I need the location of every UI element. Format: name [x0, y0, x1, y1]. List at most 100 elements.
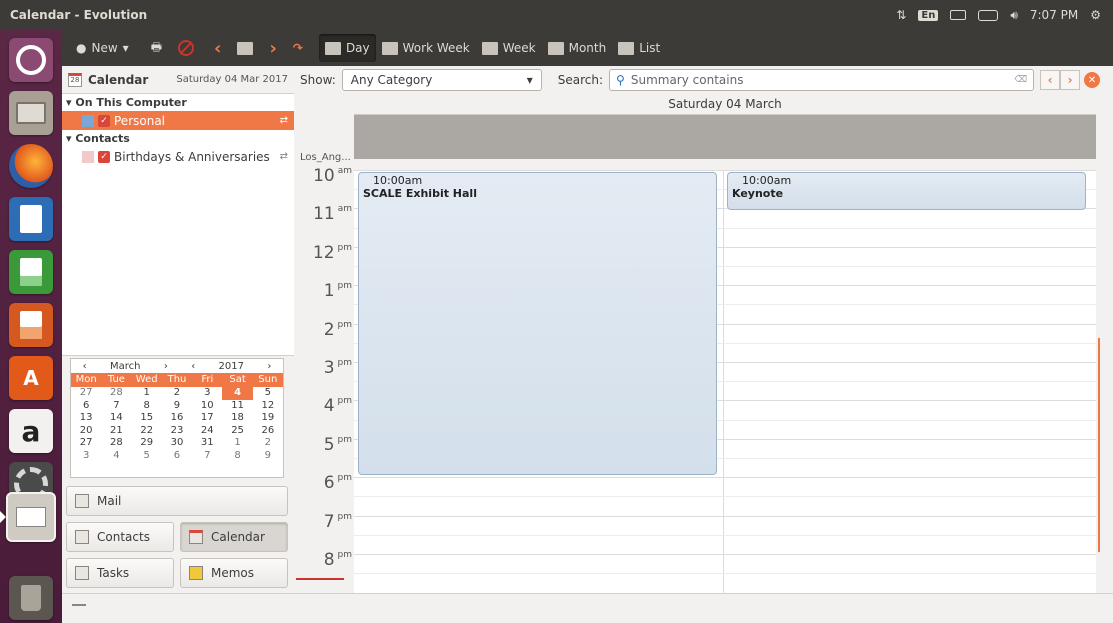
calendar-day[interactable]: 29 — [132, 437, 162, 450]
mail-indicator-icon[interactable] — [950, 10, 967, 20]
volume-icon[interactable]: 🔊︎ — [1010, 8, 1018, 23]
search-input[interactable]: ⚲ Summary contains ⌫ — [609, 69, 1035, 91]
source-item-birthdays[interactable]: ✓ Birthdays & Anniversaries ⇄ — [62, 147, 294, 166]
work-week-view-button[interactable]: Work Week — [376, 34, 476, 62]
event-card[interactable]: 10:00am SCALE Exhibit Hall — [358, 172, 717, 475]
month-view-button[interactable]: Month — [542, 34, 613, 62]
calendar-day[interactable]: 1 — [222, 437, 252, 450]
calendar-day[interactable]: 6 — [162, 450, 192, 463]
calendar-day[interactable]: 28 — [101, 437, 131, 450]
calendar-switch-button[interactable]: Calendar — [180, 522, 288, 552]
writer-icon[interactable] — [9, 197, 53, 241]
calendar-day[interactable]: 3 — [71, 450, 101, 463]
prev-month-button[interactable]: ‹ — [83, 361, 87, 372]
calendar-day[interactable]: 20 — [71, 425, 101, 438]
calendar-day[interactable]: 11 — [222, 400, 252, 413]
calendar-day[interactable]: 22 — [132, 425, 162, 438]
source-group-header[interactable]: ▾ On This Computer — [62, 94, 294, 111]
keyboard-layout-indicator[interactable]: En — [918, 9, 939, 21]
event-card[interactable]: 10:00am Keynote — [727, 172, 1086, 210]
online-status-icon[interactable] — [72, 604, 86, 612]
network-icon[interactable]: ⇅ — [896, 8, 906, 22]
calendar-day[interactable]: 9 — [253, 450, 283, 463]
scrollbar-thumb[interactable] — [1098, 338, 1100, 552]
calendar-day[interactable]: 10 — [192, 400, 222, 413]
go-to-button[interactable]: ↷ — [287, 34, 309, 62]
calendar-day[interactable]: 25 — [222, 425, 252, 438]
calendar-day[interactable]: 7 — [101, 400, 131, 413]
calendar-day[interactable]: 4 — [101, 450, 131, 463]
calendar-day[interactable]: 8 — [222, 450, 252, 463]
search-prev-button[interactable]: ‹ — [1040, 70, 1061, 90]
chevron-down-icon[interactable]: ▾ — [123, 41, 129, 55]
close-search-icon[interactable]: ✕ — [1084, 72, 1101, 88]
amazon-icon[interactable]: a — [9, 409, 53, 453]
time-slot[interactable] — [354, 170, 1096, 171]
calendar-day[interactable]: 13 — [71, 412, 101, 425]
software-center-icon[interactable]: A — [9, 356, 53, 400]
calendar-day[interactable]: 3 — [192, 387, 222, 400]
contacts-switch-button[interactable]: Contacts — [66, 522, 174, 552]
tasks-switch-button[interactable]: Tasks — [66, 558, 174, 588]
next-month-button[interactable]: › — [164, 361, 168, 372]
calendar-day[interactable]: 19 — [253, 412, 283, 425]
calendar-day[interactable]: 17 — [192, 412, 222, 425]
prev-year-button[interactable]: ‹ — [191, 361, 195, 372]
day-view-button[interactable]: Day — [318, 34, 376, 62]
calendar-day[interactable]: 27 — [71, 387, 101, 400]
category-select[interactable]: Any Category ▾ — [341, 69, 542, 91]
calendar-day[interactable]: 12 — [253, 400, 283, 413]
impress-icon[interactable] — [9, 303, 53, 347]
new-button[interactable]: ● New ▾ — [70, 34, 135, 62]
print-button[interactable]: 🖶︎ — [145, 34, 168, 62]
all-day-area[interactable] — [354, 115, 1096, 159]
calendar-day[interactable]: 31 — [192, 437, 222, 450]
calendar-day[interactable]: 14 — [101, 412, 131, 425]
clear-search-icon[interactable]: ⌫ — [1014, 75, 1027, 85]
memos-switch-button[interactable]: Memos — [180, 558, 288, 588]
calendar-day[interactable]: 9 — [162, 400, 192, 413]
calendar-day[interactable]: 7 — [192, 450, 222, 463]
delete-icon[interactable] — [178, 40, 195, 56]
time-slot[interactable] — [354, 534, 1096, 536]
calendar-day[interactable]: 27 — [71, 437, 101, 450]
calendar-day[interactable]: 28 — [101, 387, 131, 400]
checkbox[interactable]: ✓ — [98, 150, 110, 163]
calendar-day[interactable]: 16 — [162, 412, 192, 425]
calendar-day[interactable]: 2 — [253, 437, 283, 450]
calc-icon[interactable] — [9, 250, 53, 294]
calendar-day[interactable]: 5 — [132, 450, 162, 463]
gear-icon[interactable]: ⚙ — [1090, 8, 1101, 22]
evolution-mail-icon[interactable] — [6, 492, 56, 542]
firefox-icon[interactable] — [9, 144, 53, 188]
battery-icon[interactable] — [978, 9, 999, 21]
calendar-day[interactable]: 2 — [162, 387, 192, 400]
week-view-button[interactable]: Week — [476, 34, 542, 62]
calendar-day[interactable]: 23 — [162, 425, 192, 438]
calendar-day[interactable]: 18 — [222, 412, 252, 425]
checkbox[interactable]: ✓ — [98, 114, 110, 127]
calendar-day[interactable]: 24 — [192, 425, 222, 438]
today-button[interactable] — [231, 34, 259, 62]
time-slot[interactable] — [354, 573, 1096, 575]
time-slot[interactable] — [354, 554, 1096, 555]
dash-icon[interactable] — [9, 38, 53, 82]
trash-icon[interactable] — [9, 576, 53, 620]
calendar-day[interactable]: 1 — [132, 387, 162, 400]
time-slot[interactable] — [354, 496, 1096, 498]
calendar-day[interactable]: 30 — [162, 437, 192, 450]
source-item-personal[interactable]: ✓ Personal ⇄ — [62, 111, 294, 130]
time-slot[interactable] — [354, 515, 1096, 517]
source-group-header[interactable]: ▾ Contacts — [62, 130, 294, 147]
calendar-day[interactable]: 26 — [253, 425, 283, 438]
next-button[interactable]: › — [259, 38, 286, 59]
files-icon[interactable] — [9, 91, 53, 135]
list-view-button[interactable]: List — [612, 34, 666, 62]
vertical-scrollbar[interactable] — [1096, 94, 1102, 593]
time-slot[interactable] — [354, 477, 1096, 479]
calendar-day[interactable]: 8 — [132, 400, 162, 413]
calendar-day[interactable]: 5 — [253, 387, 283, 400]
calendar-day-today[interactable]: 4 — [222, 387, 253, 400]
next-year-button[interactable]: › — [267, 361, 271, 372]
search-next-button[interactable]: › — [1060, 70, 1081, 90]
